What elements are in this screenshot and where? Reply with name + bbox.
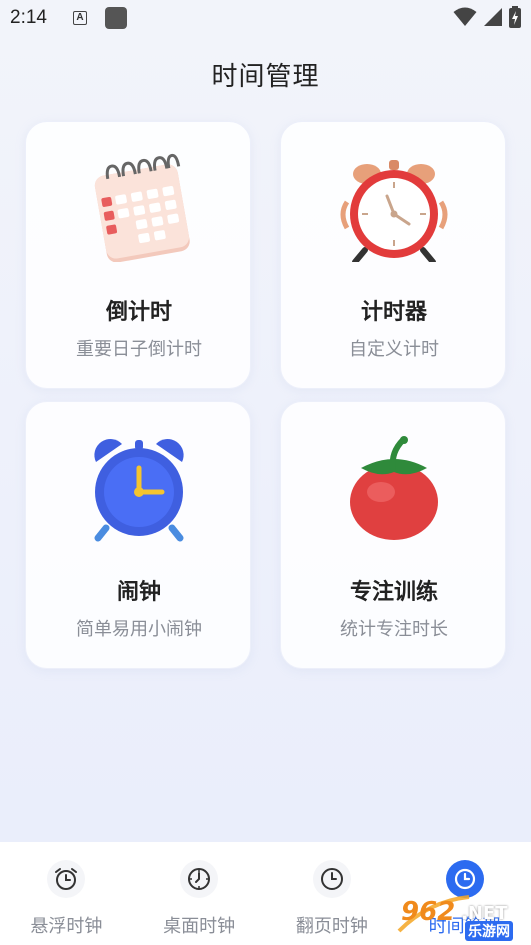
watermark-logo: 962 .NET 乐游网 [395,893,527,941]
nav-item-flip-clock[interactable]: 翻页时钟 [266,842,399,945]
clock-icon [454,868,475,890]
a-notification-icon: A [72,11,87,25]
alarm-clock-icon [55,868,78,890]
nav-item-desktop-clock[interactable]: 桌面时钟 [133,842,266,945]
page-title: 时间管理 [211,61,320,91]
nav-label: 桌面时钟 [163,916,236,936]
nav-item-floating-clock[interactable]: 悬浮时钟 [0,842,133,945]
card-title: 闹钟 [116,579,161,604]
card-subtitle: 自定义计时 [349,339,439,359]
red-alarm-clock-icon [340,160,448,262]
alarm-card[interactable]: 闹钟 简单易用小闹钟 [25,401,251,669]
status-bar: 2:14 A [0,0,531,36]
nav-icon [312,860,351,898]
nav-label: 悬浮时钟 [30,916,103,936]
status-indicators [453,6,521,28]
clock-icon [188,868,211,890]
watermark-number: 962 [401,897,456,927]
battery-icon [509,6,521,28]
nav-icon [180,860,219,898]
app-notification-icon [104,7,127,29]
card-title: 专注训练 [349,579,438,604]
card-subtitle: 重要日子倒计时 [76,339,202,359]
timer-card[interactable]: 计时器 自定义计时 [280,121,506,389]
card-subtitle: 简单易用小闹钟 [76,619,202,639]
watermark-subtext: 乐游网 [465,921,513,941]
clock-icon [320,868,343,890]
card-title: 倒计时 [105,299,172,324]
nav-label: 翻页时钟 [295,916,368,936]
focus-training-card[interactable]: 专注训练 统计专注时长 [280,401,506,669]
wifi-icon [453,7,477,26]
tomato-icon [350,436,438,540]
signal-icon [484,8,502,26]
blue-alarm-clock-icon [94,439,184,542]
card-title: 计时器 [360,299,427,324]
nav-icon [47,860,86,898]
card-subtitle: 统计专注时长 [340,619,448,639]
calendar-icon [94,153,190,262]
status-time: 2:14 [10,7,47,28]
countdown-card[interactable]: 倒计时 重要日子倒计时 [25,121,251,389]
